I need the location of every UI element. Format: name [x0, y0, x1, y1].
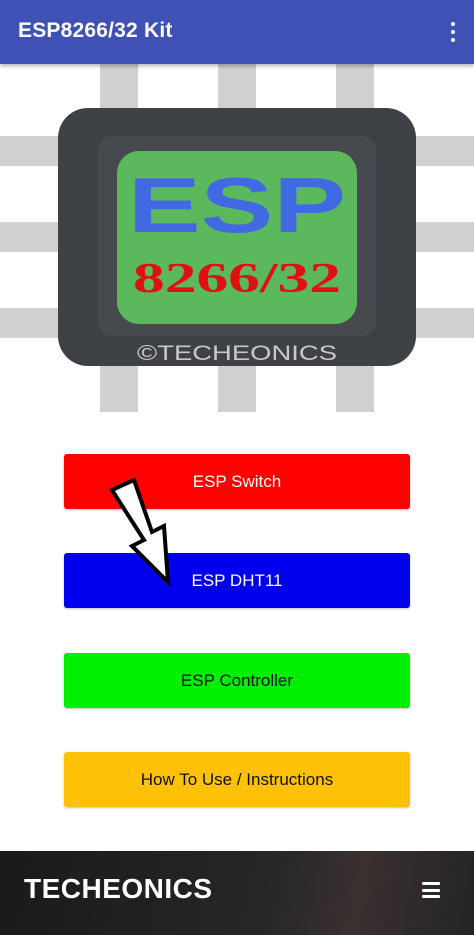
esp-switch-button[interactable]: ESP Switch: [64, 454, 410, 509]
esp-controller-button[interactable]: ESP Controller: [64, 653, 410, 708]
instructions-button[interactable]: How To Use / Instructions: [64, 752, 410, 807]
footer-brand: TECHEONICS: [24, 873, 213, 904]
hamburger-menu-icon[interactable]: [422, 882, 440, 898]
esp-logo: ESP 8266/32 ©TECHEONICS: [0, 64, 474, 412]
watermark-text: ©TECHEONICS: [137, 342, 337, 365]
app-bar: ESP8266/32 Kit: [0, 0, 474, 64]
esp-title-text: ESP: [128, 161, 346, 249]
chip-illustration: ESP 8266/32 ©TECHEONICS: [0, 64, 474, 412]
chip-model-text: 8266/32: [133, 256, 341, 302]
esp-dht11-button[interactable]: ESP DHT11: [64, 553, 410, 608]
app-title: ESP8266/32 Kit: [18, 19, 173, 42]
more-vert-icon[interactable]: [446, 18, 460, 46]
footer-bar: TECHEONICS: [0, 851, 474, 935]
